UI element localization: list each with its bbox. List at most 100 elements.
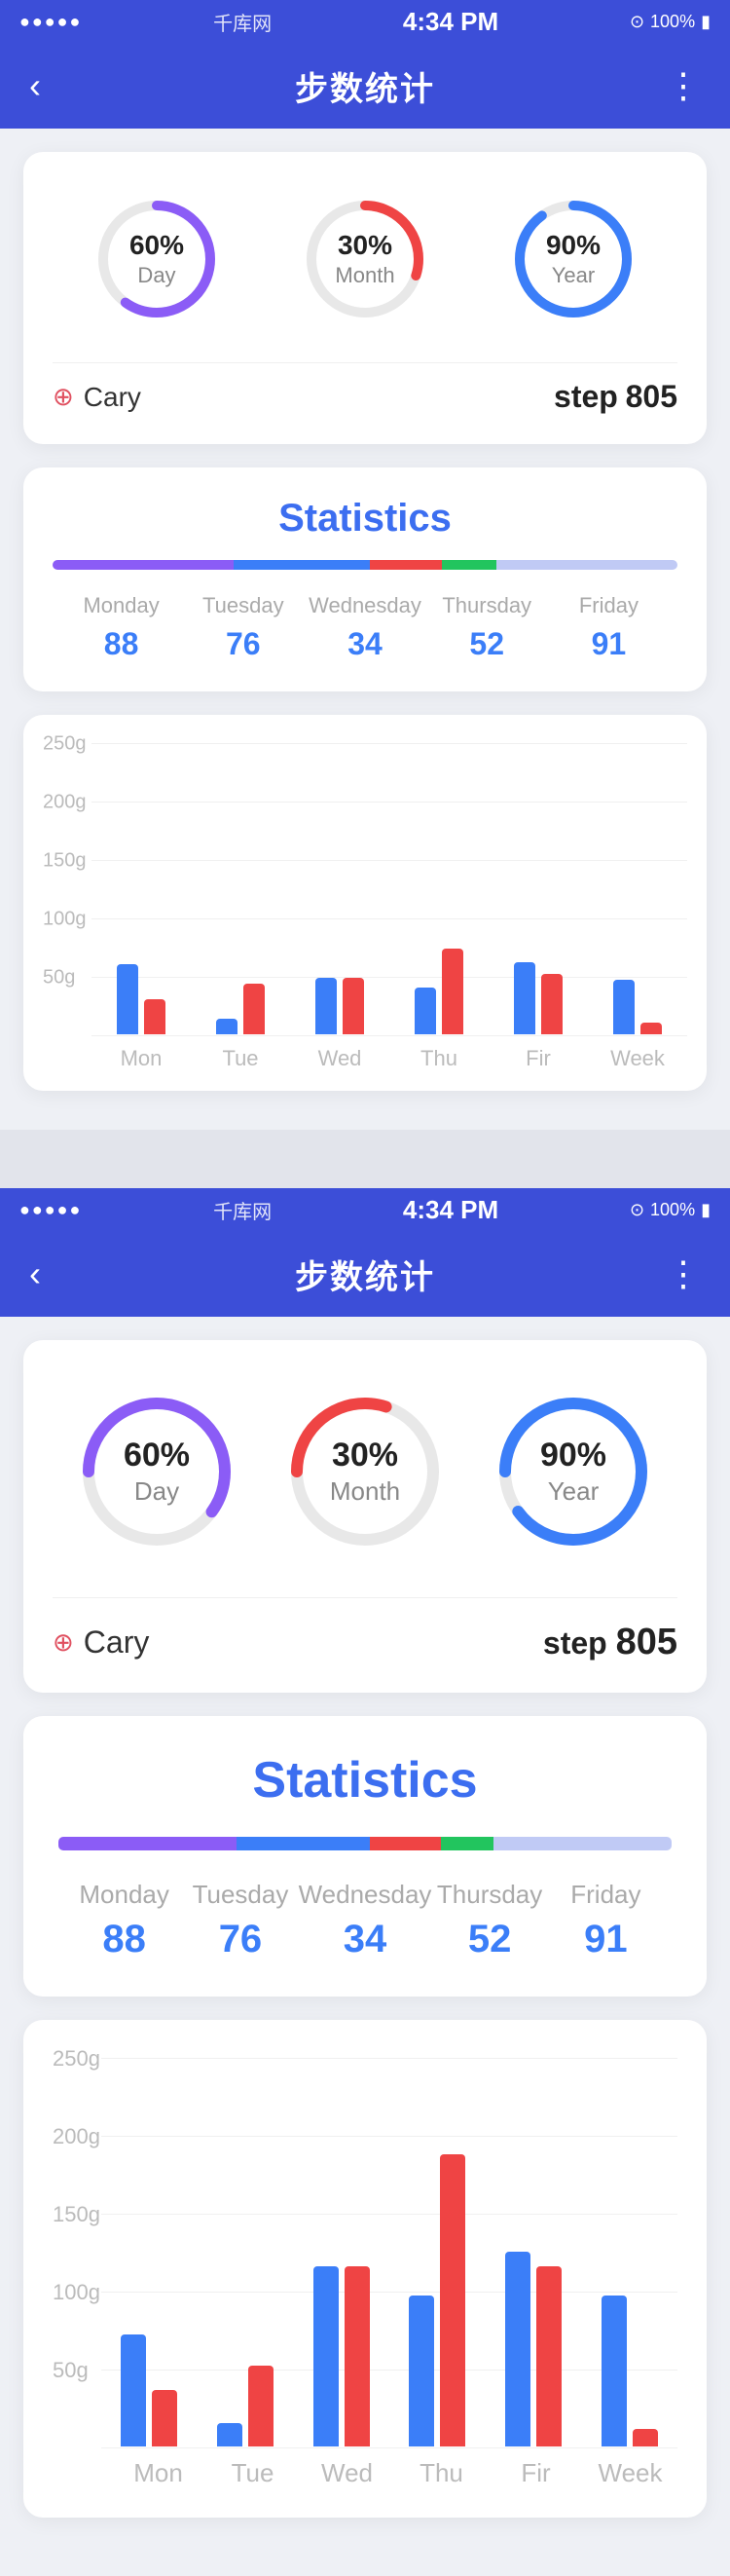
bar-blue-week-1 [613, 980, 635, 1034]
circle-label-month-2: 30% Month [330, 1437, 400, 1507]
day-value-friday-2: 91 [584, 1918, 628, 1961]
time-display-2: 4:34 PM [403, 1195, 498, 1225]
day-name-wednesday-2: Wednesday [299, 1880, 432, 1910]
circles-row-1: 60% Day 30% Month [53, 181, 677, 347]
status-right-icons: ⊙ 100% ▮ [630, 12, 711, 32]
back-button-2[interactable]: ‹ [29, 1253, 78, 1294]
pb-green-2 [441, 1837, 494, 1850]
x-label-thu-2: Thu [394, 2458, 489, 2488]
bar-red-fir-1 [541, 974, 563, 1034]
chart-card-1: 250g 200g 150g 100g 50g [23, 715, 707, 1091]
circles-card-2: 60% Day 30% Month [23, 1340, 707, 1693]
day-value-tuesday-2: 76 [219, 1918, 263, 1961]
bar-red-wed-1 [343, 978, 364, 1034]
grid-label-250g-1: 250g [43, 733, 87, 756]
nav-title-1: 步数统计 [295, 62, 435, 110]
user-name-2: ⊕ Cary [53, 1624, 149, 1661]
grid-200g-2: 200g [53, 2124, 100, 2149]
day-value-tuesday-1: 76 [226, 626, 261, 662]
screen-1: ●●●●● 千库网 4:34 PM ⊙ 100% ▮ ‹ 步数统计 ⋮ [0, 0, 730, 1130]
bar-blue-week-2 [602, 2296, 627, 2446]
back-button-1[interactable]: ‹ [29, 65, 78, 106]
step-info-2: step 805 [543, 1622, 677, 1663]
x-label-fir-1: Fir [489, 1046, 588, 1071]
day-value-monday-1: 88 [104, 626, 139, 662]
pb-blue-2 [237, 1837, 370, 1850]
circle-ring-year-1: 90% Year [505, 191, 641, 327]
day-unit-1: Day [129, 263, 184, 288]
pb-light-2 [493, 1837, 672, 1850]
year-unit-2: Year [540, 1476, 606, 1507]
grid-label-100g-1: 100g [43, 909, 87, 931]
day-col-tuesday-2: Tuesday 76 [182, 1880, 298, 1961]
bar-blue-wed-1 [315, 978, 337, 1034]
x-label-wed-1: Wed [290, 1046, 389, 1071]
x-label-tue-2: Tue [205, 2458, 300, 2488]
grid-label-150g-1: 150g [43, 850, 87, 873]
bar-blue-tue-1 [216, 1019, 237, 1034]
chart-x-labels-2: Mon Tue Wed Thu Fir Week [53, 2458, 677, 2488]
day-col-tuesday-1: Tuesday 76 [182, 593, 304, 662]
month-unit-2: Month [330, 1476, 400, 1507]
screen-separator [0, 1130, 730, 1188]
grid-50g-2: 50g [53, 2358, 89, 2383]
day-unit-2: Day [124, 1476, 190, 1507]
bars-container-1 [91, 744, 687, 1036]
battery-icon: ▮ [701, 12, 711, 32]
x-label-wed-2: Wed [300, 2458, 394, 2488]
day-value-friday-1: 91 [592, 626, 627, 662]
day-value-wednesday-1: 34 [347, 626, 383, 662]
circle-label-year-1: 90% Year [546, 230, 601, 288]
wifi-icon-2: ⊙ [630, 1200, 644, 1220]
pb-blue-1 [234, 560, 370, 570]
grid-250g-2: 250g [53, 2046, 100, 2072]
year-pct-1: 90% [546, 230, 601, 261]
circle-year-1: 90% Year [505, 191, 641, 327]
site-name: 千库网 [213, 8, 272, 36]
stats-title-2: Statistics [58, 1751, 672, 1810]
circle-day-2: 60% Day [74, 1389, 239, 1554]
battery-icon-2: ▮ [701, 1200, 711, 1220]
year-unit-1: Year [546, 263, 601, 288]
nav-bar-2: ‹ 步数统计 ⋮ [0, 1231, 730, 1317]
battery-label-2: 100% [650, 1200, 695, 1220]
day-name-thursday-1: Thursday [442, 593, 531, 618]
bar-blue-fir-1 [514, 962, 535, 1034]
circles-card-1: 60% Day 30% Month [23, 152, 707, 444]
circle-year-2: 90% Year [491, 1389, 656, 1554]
day-pct-1: 60% [129, 230, 184, 261]
pb-red-2 [370, 1837, 441, 1850]
menu-button-2[interactable]: ⋮ [652, 1253, 701, 1294]
circles-row-2: 60% Day 30% Month [53, 1379, 677, 1574]
day-value-monday-2: 88 [102, 1918, 146, 1961]
circle-ring-month-2: 30% Month [282, 1389, 448, 1554]
username-2: Cary [84, 1624, 150, 1661]
bar-blue-fir-2 [505, 2252, 530, 2446]
bar-blue-tue-2 [217, 2423, 242, 2446]
day-name-wednesday-1: Wednesday [309, 593, 421, 618]
chart-card-2: 250g 200g 150g 100g 50g [23, 2020, 707, 2518]
progress-bar-1 [53, 560, 677, 570]
circle-month-2: 30% Month [282, 1389, 448, 1554]
menu-button-1[interactable]: ⋮ [652, 65, 701, 106]
days-row-1: Monday 88 Tuesday 76 Wednesday 34 Thursd… [53, 593, 677, 662]
bar-group-wed-2 [313, 2266, 370, 2446]
bar-group-mon-2 [121, 2334, 177, 2446]
statistics-card-2: Statistics Monday 88 Tuesday 76 Wednesda… [23, 1716, 707, 1997]
day-pct-2: 60% [124, 1437, 190, 1475]
screen-2: ●●●●● 千库网 4:34 PM ⊙ 100% ▮ ‹ 步数统计 ⋮ [0, 1188, 730, 2576]
x-label-thu-1: Thu [389, 1046, 489, 1071]
pb-light-1 [496, 560, 677, 570]
grid-150g-2: 150g [53, 2202, 100, 2227]
day-col-friday-2: Friday 91 [548, 1880, 664, 1961]
signal-dots-2: ●●●●● [19, 1200, 82, 1220]
day-col-friday-1: Friday 91 [548, 593, 670, 662]
bar-group-tue-1 [216, 984, 265, 1034]
stats-title-1: Statistics [53, 497, 677, 541]
bar-blue-mon-1 [117, 964, 138, 1034]
bar-red-mon-2 [152, 2390, 177, 2446]
circle-ring-day-1: 60% Day [89, 191, 225, 327]
x-label-week-1: Week [588, 1046, 687, 1071]
nav-title-2: 步数统计 [295, 1251, 435, 1298]
status-bar-1: ●●●●● 千库网 4:34 PM ⊙ 100% ▮ [0, 0, 730, 43]
